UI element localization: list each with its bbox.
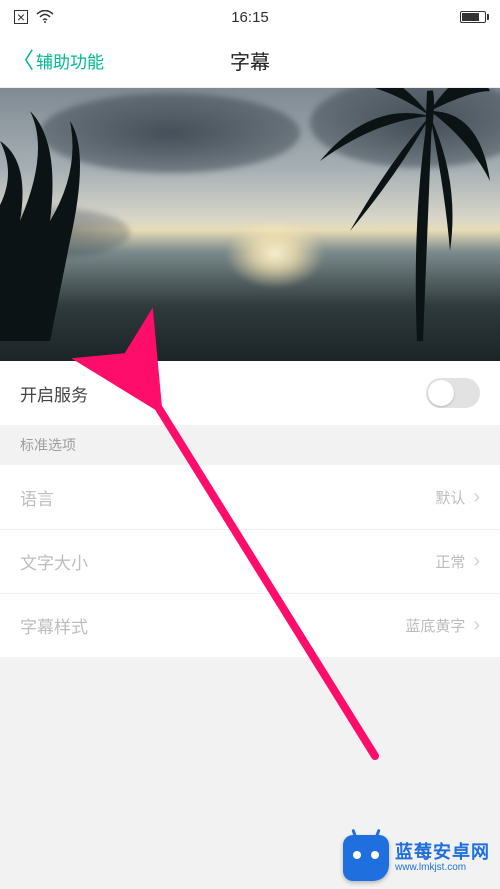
row-label: 开启服务 <box>20 381 88 406</box>
row-value: 默认 <box>435 487 465 508</box>
battery-icon <box>460 11 486 23</box>
chevron-left-icon: 〈 <box>12 50 34 72</box>
row-value: 蓝底黄字 <box>405 615 465 636</box>
enable-service-toggle[interactable] <box>426 378 480 408</box>
back-button[interactable]: 〈 辅助功能 <box>12 48 104 73</box>
row-text-size[interactable]: 文字大小 正常 › <box>0 529 500 593</box>
watermark-url: www.lmkjst.com <box>395 862 490 873</box>
row-label: 语言 <box>20 485 54 510</box>
row-label: 文字大小 <box>20 549 88 574</box>
settings-list: 开启服务 <box>0 361 500 425</box>
status-left: × <box>14 10 54 24</box>
status-right <box>460 11 486 23</box>
row-label: 字幕样式 <box>20 613 88 638</box>
chevron-right-icon: › <box>473 614 480 637</box>
wifi-icon <box>36 10 54 24</box>
watermark: 蓝莓安卓网 www.lmkjst.com <box>343 835 490 881</box>
watermark-title: 蓝莓安卓网 <box>395 843 490 863</box>
palm-right-icon <box>320 88 490 341</box>
settings-options: 语言 默认 › 文字大小 正常 › 字幕样式 蓝底黄字 › <box>0 465 500 657</box>
palm-left-icon <box>0 101 120 341</box>
status-bar: × 16:15 <box>0 0 500 34</box>
row-language[interactable]: 语言 默认 › <box>0 465 500 529</box>
chevron-right-icon: › <box>473 486 480 509</box>
nav-header: 〈 辅助功能 字幕 <box>0 34 500 88</box>
row-enable-service[interactable]: 开启服务 <box>0 361 500 425</box>
page-title: 字幕 <box>230 46 270 75</box>
chevron-right-icon: › <box>473 550 480 573</box>
caption-preview-image <box>0 88 500 361</box>
section-header-standard: 标准选项 <box>0 425 500 465</box>
row-value: 正常 <box>435 551 465 572</box>
watermark-logo-icon <box>343 835 389 881</box>
status-time: 16:15 <box>0 9 500 26</box>
close-ad-icon: × <box>14 10 28 24</box>
row-caption-style[interactable]: 字幕样式 蓝底黄字 › <box>0 593 500 657</box>
back-label: 辅助功能 <box>36 48 104 73</box>
